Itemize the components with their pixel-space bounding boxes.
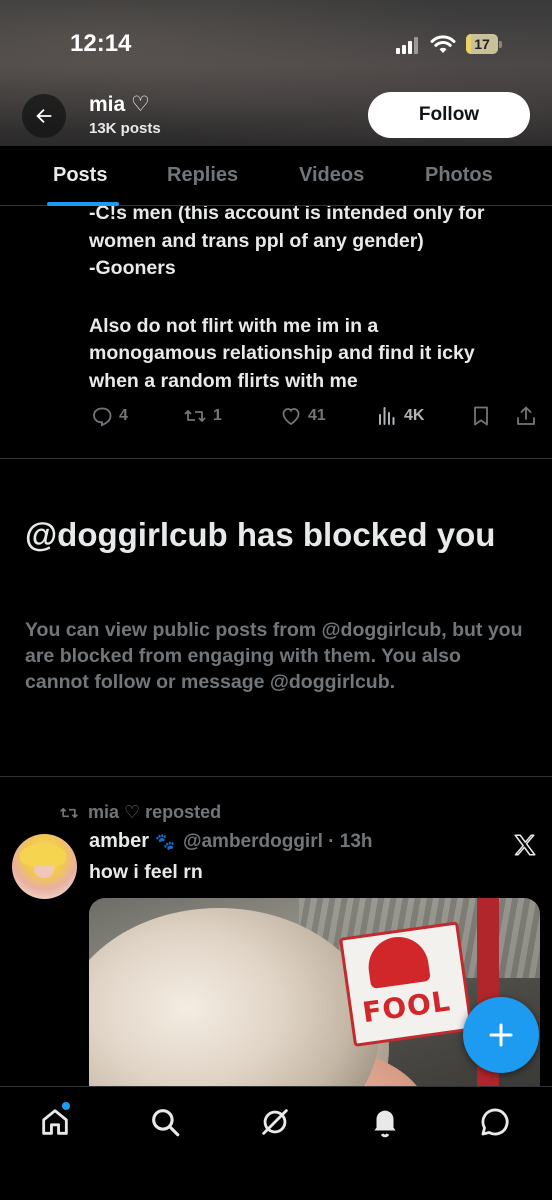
bookmark-button[interactable] bbox=[469, 404, 493, 428]
like-count: 41 bbox=[308, 407, 326, 424]
post-text-line: women and trans ppl of any gender) bbox=[89, 230, 424, 252]
share-button[interactable] bbox=[514, 404, 538, 428]
tab-photos[interactable]: Photos bbox=[425, 164, 493, 187]
bookmark-icon bbox=[474, 406, 488, 426]
cellular-signal-icon bbox=[396, 36, 420, 54]
blocked-title: @doggirlcub has blocked you bbox=[25, 516, 496, 553]
heart-icon bbox=[282, 408, 300, 426]
post-text-line: -Gooners bbox=[89, 257, 176, 279]
grok-icon[interactable] bbox=[258, 1105, 292, 1139]
back-button[interactable] bbox=[22, 94, 66, 138]
notifications-icon[interactable] bbox=[368, 1105, 402, 1139]
home-icon[interactable] bbox=[38, 1105, 72, 1139]
sign-text: FOOL bbox=[360, 984, 453, 1030]
reply-icon bbox=[93, 407, 112, 427]
bottom-nav bbox=[0, 1086, 552, 1200]
blocked-description: You can view public posts from @doggirlc… bbox=[25, 619, 523, 693]
repost-count: 1 bbox=[213, 407, 222, 424]
repost-icon bbox=[60, 807, 78, 818]
wifi-icon bbox=[430, 35, 456, 53]
profile-name: mia ♡ bbox=[89, 93, 150, 116]
repost-context-label: mia ♡ reposted bbox=[88, 802, 222, 822]
paw-icon: 🐾 bbox=[155, 834, 175, 851]
tab-videos[interactable]: Videos bbox=[299, 164, 364, 187]
repost-button[interactable]: 1 bbox=[181, 404, 222, 428]
compose-button[interactable] bbox=[463, 997, 539, 1073]
messages-icon[interactable] bbox=[478, 1105, 512, 1139]
post-text-line: Also do not flirt with me im in a bbox=[89, 315, 379, 337]
share-icon bbox=[517, 406, 535, 425]
reply-count: 4 bbox=[119, 407, 128, 424]
tweet-author[interactable]: amber 🐾 @amberdoggirl · 13h bbox=[89, 830, 373, 853]
like-button[interactable]: 41 bbox=[278, 404, 326, 428]
tab-posts[interactable]: Posts bbox=[53, 164, 107, 187]
repost-icon bbox=[184, 410, 206, 422]
notification-dot bbox=[62, 1102, 70, 1110]
profile-header: 12:14 17 mia ♡ 13K posts Follow bbox=[0, 0, 552, 146]
views-button[interactable]: 4K bbox=[374, 404, 424, 428]
analytics-icon bbox=[379, 407, 395, 425]
profile-post-count: 13K posts bbox=[89, 120, 161, 137]
post-actions: 4 1 41 4K bbox=[0, 404, 552, 434]
post-text-line: when a random flirts with me bbox=[89, 370, 358, 392]
battery-icon: 17 bbox=[466, 34, 502, 54]
reply-button[interactable]: 4 bbox=[89, 404, 128, 428]
follow-button[interactable]: Follow bbox=[368, 92, 530, 138]
status-bar: 12:14 17 bbox=[0, 28, 552, 64]
plus-icon bbox=[489, 1023, 513, 1047]
tab-replies[interactable]: Replies bbox=[167, 164, 238, 187]
post-text-line: monogamous relationship and find it icky bbox=[89, 342, 475, 364]
tweet-text: how i feel rn bbox=[89, 861, 203, 883]
divider bbox=[0, 776, 552, 777]
author-handle-time: @amberdoggirl · 13h bbox=[182, 831, 373, 852]
divider bbox=[0, 458, 552, 459]
fool-sign: FOOL bbox=[339, 921, 474, 1047]
avatar[interactable] bbox=[12, 834, 77, 899]
status-time: 12:14 bbox=[70, 30, 132, 57]
view-count: 4K bbox=[404, 407, 425, 424]
author-name: amber bbox=[89, 830, 150, 852]
battery-level: 17 bbox=[474, 36, 490, 52]
arrow-left-icon bbox=[36, 108, 52, 124]
active-tab-indicator bbox=[47, 202, 119, 206]
search-icon[interactable] bbox=[148, 1105, 182, 1139]
repost-context[interactable]: mia ♡ reposted bbox=[58, 802, 221, 823]
x-logo-icon[interactable] bbox=[512, 832, 538, 858]
